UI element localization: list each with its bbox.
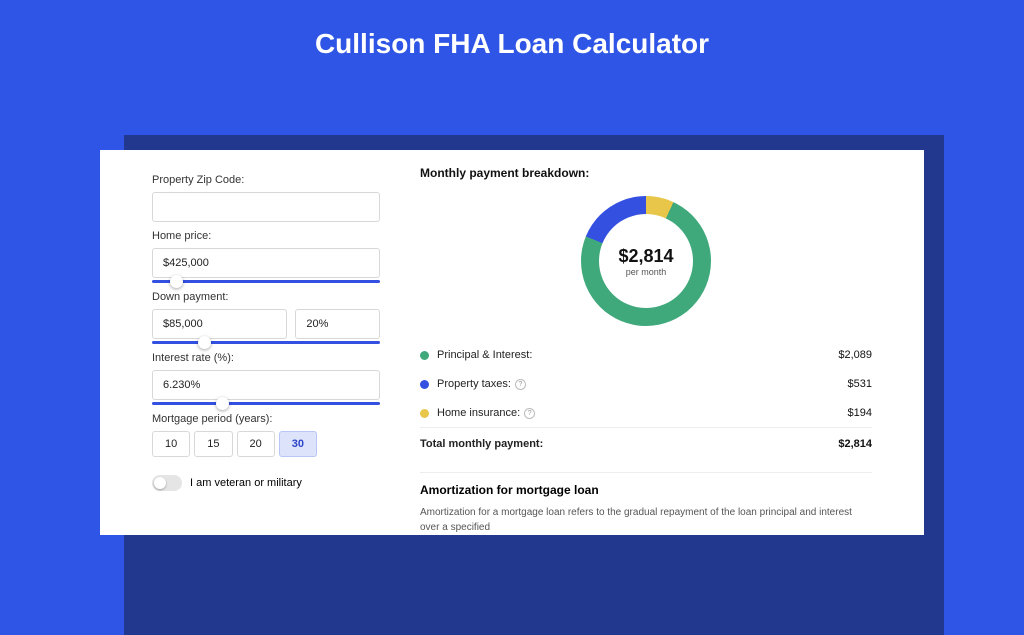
period-option-10[interactable]: 10 — [152, 431, 190, 457]
veteran-toggle[interactable] — [152, 475, 182, 491]
donut-sub: per month — [626, 267, 667, 277]
interest-slider-handle[interactable] — [216, 397, 229, 410]
breakdown-title: Monthly payment breakdown: — [420, 166, 872, 180]
legend-amount: $2,089 — [838, 349, 872, 361]
legend-label: Home insurance:? — [437, 407, 848, 419]
veteran-row: I am veteran or military — [152, 475, 380, 491]
divider — [420, 472, 872, 473]
legend-dot — [420, 409, 429, 418]
home-price-slider[interactable] — [152, 280, 380, 283]
legend-dot — [420, 380, 429, 389]
calculator-card: Property Zip Code: Home price: Down paym… — [100, 150, 924, 535]
home-price-input[interactable] — [152, 248, 380, 278]
legend-dot — [420, 351, 429, 360]
legend-label: Property taxes:? — [437, 378, 848, 390]
period-option-20[interactable]: 20 — [237, 431, 275, 457]
amort-body: Amortization for a mortgage loan refers … — [420, 505, 872, 535]
down-payment-slider-handle[interactable] — [198, 336, 211, 349]
info-icon[interactable]: ? — [524, 408, 535, 419]
period-option-30[interactable]: 30 — [279, 431, 317, 457]
amort-title: Amortization for mortgage loan — [420, 483, 872, 497]
legend-label: Principal & Interest: — [437, 349, 838, 361]
form-panel: Property Zip Code: Home price: Down paym… — [116, 166, 396, 535]
legend-amount: $194 — [848, 407, 872, 419]
legend-row: Property taxes:?$531 — [420, 369, 872, 398]
legend-row: Home insurance:?$194 — [420, 398, 872, 427]
zip-label: Property Zip Code: — [152, 174, 380, 186]
veteran-label: I am veteran or military — [190, 477, 302, 489]
period-option-15[interactable]: 15 — [194, 431, 232, 457]
home-price-slider-handle[interactable] — [170, 275, 183, 288]
legend: Principal & Interest:$2,089Property taxe… — [420, 340, 872, 427]
interest-slider[interactable] — [152, 402, 380, 405]
zip-input[interactable] — [152, 192, 380, 222]
home-price-label: Home price: — [152, 230, 380, 242]
donut-chart: $2,814 per month — [581, 196, 711, 326]
breakdown-panel: Monthly payment breakdown: $2,814 per mo… — [420, 166, 908, 535]
donut-wrap: $2,814 per month — [420, 190, 872, 340]
down-payment-label: Down payment: — [152, 291, 380, 303]
down-payment-input[interactable] — [152, 309, 287, 339]
total-amount: $2,814 — [838, 438, 872, 450]
donut-center: $2,814 per month — [581, 196, 711, 326]
legend-amount: $531 — [848, 378, 872, 390]
total-row: Total monthly payment: $2,814 — [420, 427, 872, 458]
interest-input[interactable] — [152, 370, 380, 400]
period-label: Mortgage period (years): — [152, 413, 380, 425]
down-payment-slider[interactable] — [152, 341, 380, 344]
interest-label: Interest rate (%): — [152, 352, 380, 364]
legend-row: Principal & Interest:$2,089 — [420, 340, 872, 369]
total-label: Total monthly payment: — [420, 438, 838, 450]
period-segmented: 10152030 — [152, 431, 380, 457]
donut-value: $2,814 — [618, 246, 673, 267]
info-icon[interactable]: ? — [515, 379, 526, 390]
down-payment-pct-input[interactable] — [295, 309, 380, 339]
page-title: Cullison FHA Loan Calculator — [0, 0, 1024, 78]
